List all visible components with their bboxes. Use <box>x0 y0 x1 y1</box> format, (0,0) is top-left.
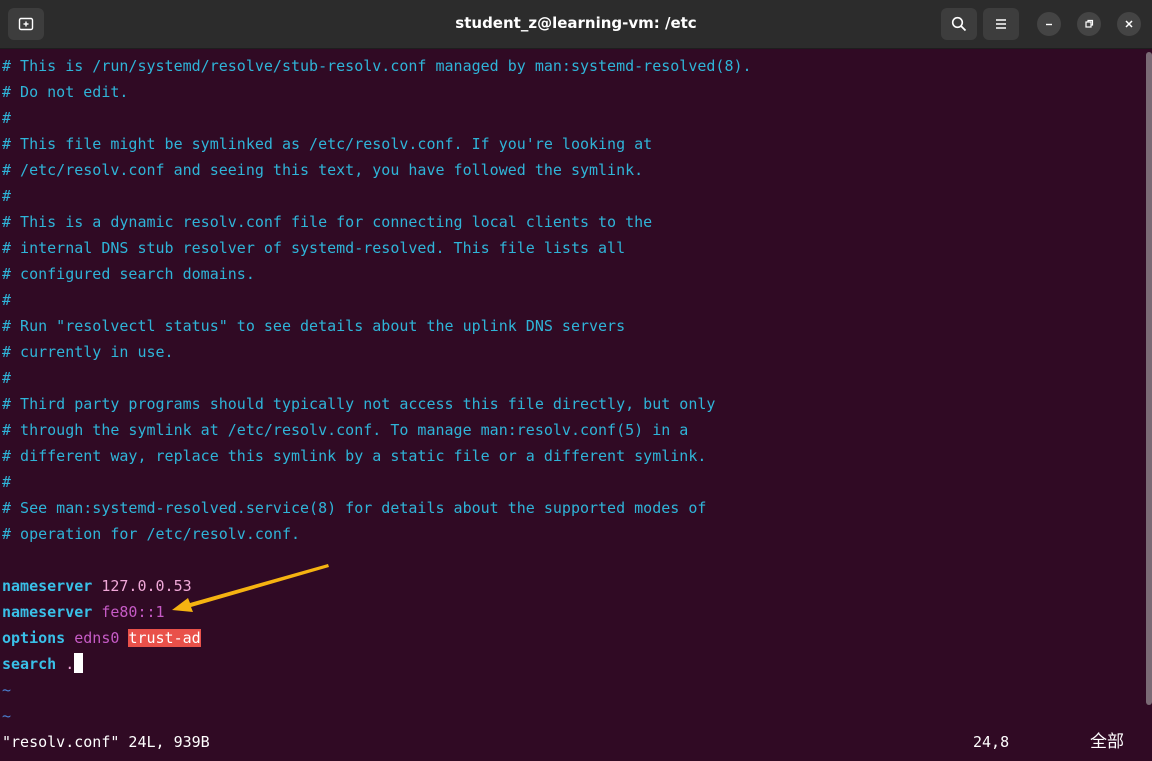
annotation-arrow <box>172 564 329 612</box>
terminal-window: student_z@learning-vm: /etc # This is /r… <box>0 0 1152 761</box>
scrollbar[interactable] <box>1146 52 1152 705</box>
